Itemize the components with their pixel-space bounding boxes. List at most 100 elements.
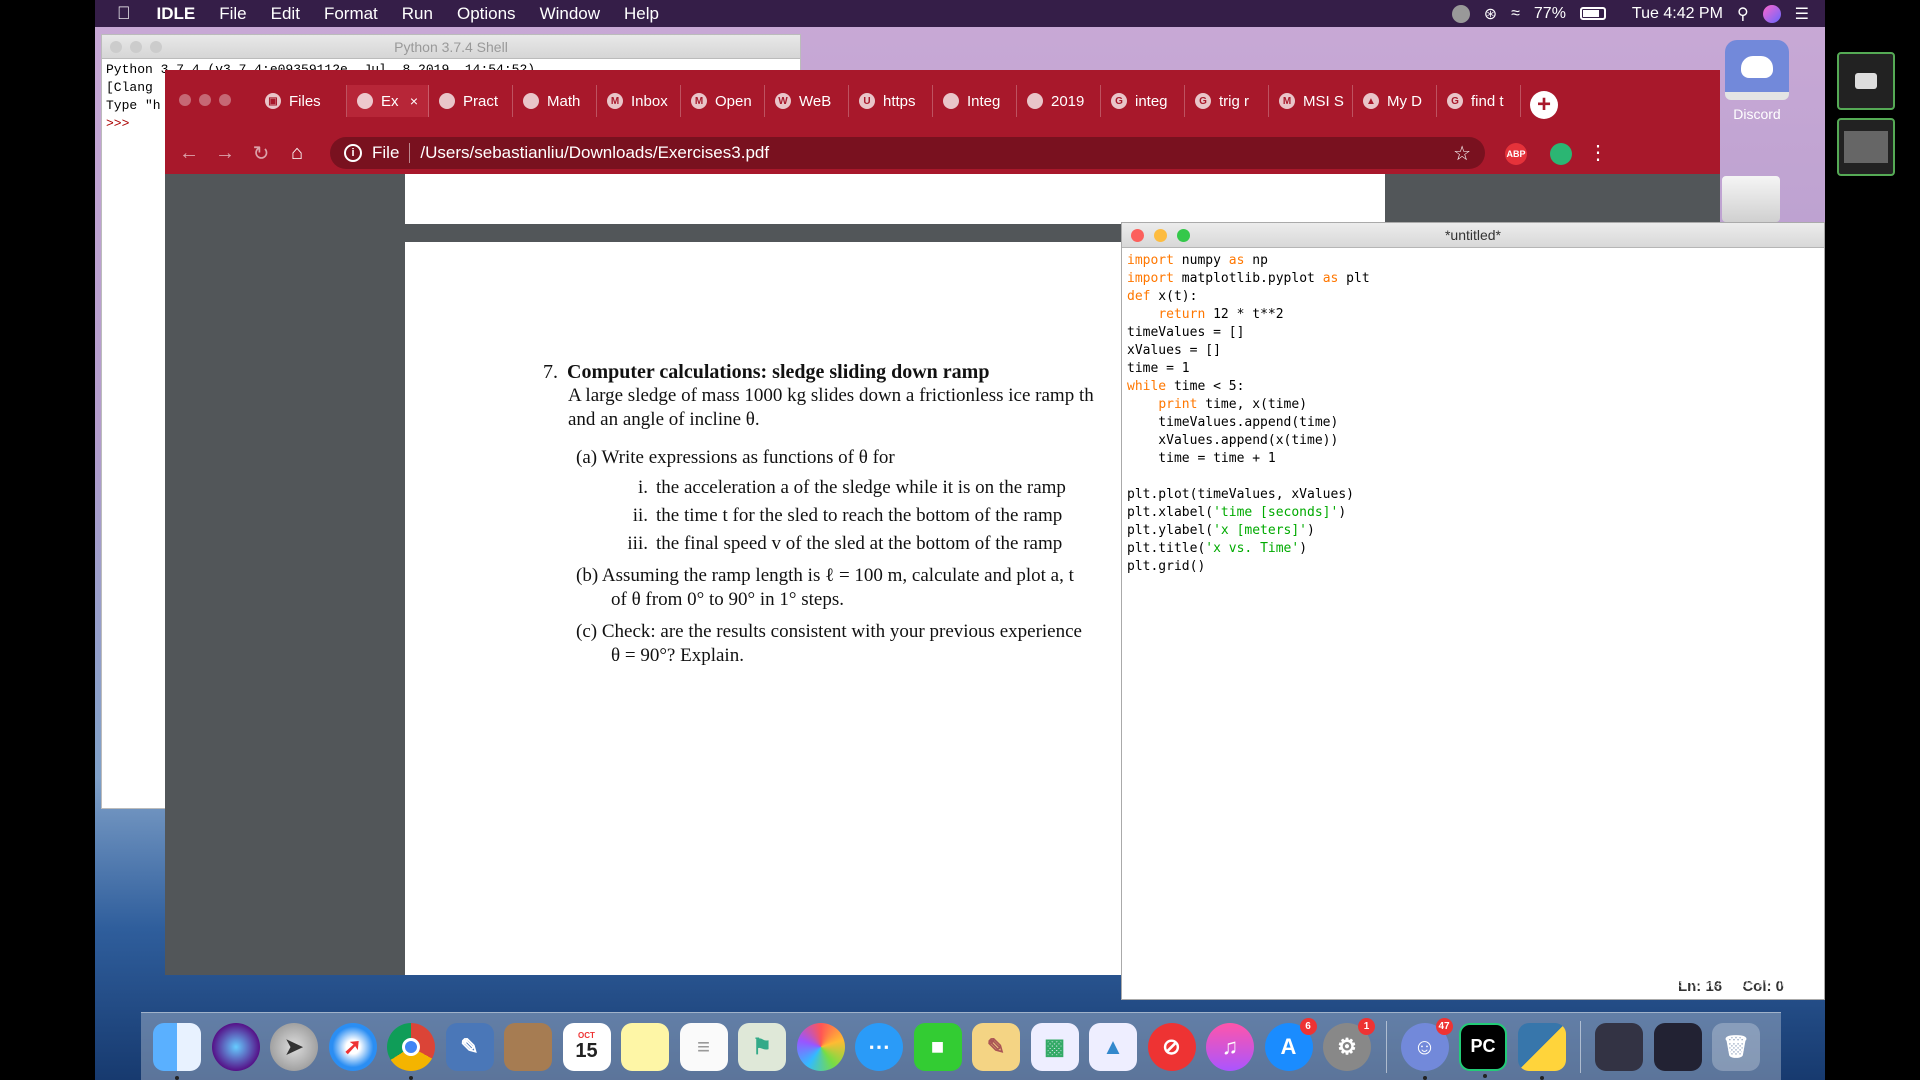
close-icon[interactable] — [179, 94, 191, 106]
app-store-icon[interactable]: A6 — [1264, 1017, 1317, 1071]
numbers-icon[interactable]: ▩ — [1030, 1022, 1079, 1071]
discord-icon[interactable]: ☺ 47 — [1400, 1017, 1453, 1080]
tab-pract[interactable]: Pract — [429, 85, 513, 117]
bluetooth-icon[interactable]: ⊛ — [1484, 4, 1497, 24]
menu-edit[interactable]: Edit — [259, 4, 312, 24]
notes-icon[interactable] — [621, 1022, 669, 1071]
tab-trig[interactable]: Gtrig r — [1185, 85, 1269, 117]
back-arrow-icon[interactable]: ← — [171, 142, 207, 165]
tab-msi[interactable]: M MSI S — [1269, 85, 1353, 117]
reminders-icon[interactable]: ≡ — [679, 1022, 728, 1071]
extension-check-icon[interactable] — [1550, 143, 1572, 165]
preview-icon[interactable]: ✎ — [445, 1022, 494, 1071]
tab-open[interactable]: M Open — [681, 85, 765, 117]
idle-editor-window[interactable]: *untitled* import numpy as np import mat… — [1121, 222, 1825, 1000]
forward-arrow-icon[interactable]: → — [207, 142, 243, 165]
launchpad-icon[interactable]: ➤ — [270, 1022, 318, 1071]
adblock-icon[interactable]: ABP — [1505, 143, 1527, 165]
finder-icon[interactable] — [153, 1022, 201, 1080]
tab-https[interactable]: Uhttps — [849, 85, 933, 117]
tab-my-drive[interactable]: ▲ My D — [1353, 85, 1437, 117]
address-url[interactable]: /Users/sebastianliu/Downloads/Exercises3… — [420, 143, 769, 163]
shell-prompt[interactable]: >>> — [106, 116, 129, 131]
minimized-window-icon[interactable] — [1595, 1022, 1643, 1071]
browser-toolbar: ← → ↻ ⌂ i File /Users/sebastianliu/Downl… — [165, 132, 1720, 174]
news-icon[interactable]: ⊘ — [1147, 1022, 1196, 1071]
watermark-title: Activate Windows — [1597, 948, 1747, 969]
info-icon[interactable]: i — [344, 144, 362, 162]
chrome-menu-icon[interactable]: ⋮ — [1587, 143, 1609, 165]
desktop-discord-shortcut[interactable]: Discord — [1712, 40, 1802, 122]
wifi-icon[interactable]: ≈ — [1511, 5, 1520, 23]
files-icon: ▣ — [265, 93, 281, 109]
new-tab-button[interactable]: + — [1530, 91, 1558, 119]
photos-icon[interactable] — [796, 1022, 845, 1071]
downloads-stack-icon[interactable] — [1653, 1022, 1702, 1071]
record-status-icon[interactable] — [1451, 4, 1470, 23]
zoom-icon[interactable] — [150, 41, 162, 53]
bookmark-star-icon[interactable]: ☆ — [1453, 141, 1471, 166]
spotlight-icon[interactable]: ⚲ — [1737, 4, 1749, 24]
code-text-area[interactable]: import numpy as np import matplotlib.pyp… — [1122, 248, 1824, 580]
tab-2019[interactable]: 2019 — [1017, 85, 1101, 117]
contacts-icon[interactable] — [504, 1022, 552, 1071]
python-launcher-icon[interactable] — [1517, 1022, 1566, 1080]
menu-file[interactable]: File — [207, 4, 258, 24]
minimize-icon[interactable] — [130, 41, 142, 53]
reload-icon[interactable]: ↻ — [243, 141, 279, 166]
minimize-icon[interactable] — [199, 94, 211, 106]
textedit-icon[interactable]: ✎ — [972, 1022, 1020, 1071]
tab-label: Open — [715, 92, 752, 110]
music-icon[interactable]: ♫ — [1206, 1022, 1254, 1071]
editor-titlebar[interactable]: *untitled* — [1122, 223, 1824, 248]
menu-app-name[interactable]: IDLE — [145, 4, 208, 24]
google-icon: G — [1447, 93, 1463, 109]
notification-center-icon[interactable]: ☰ — [1795, 4, 1809, 24]
tab-math[interactable]: Math — [513, 85, 597, 117]
menu-help[interactable]: Help — [612, 4, 671, 24]
zoom-icon[interactable] — [1177, 229, 1190, 242]
apple-menu-icon[interactable]:  — [95, 3, 145, 24]
calendar-icon[interactable]: OCT 15 — [562, 1022, 611, 1071]
safari-icon[interactable]: ➚ — [328, 1022, 377, 1071]
close-icon[interactable] — [1131, 229, 1144, 242]
address-bar[interactable]: i File /Users/sebastianliu/Downloads/Exe… — [330, 137, 1485, 169]
keynote-icon[interactable]: ▲ — [1089, 1022, 1137, 1071]
minimize-icon[interactable] — [1154, 229, 1167, 242]
tab-integ[interactable]: Integ — [933, 85, 1017, 117]
close-icon[interactable] — [110, 41, 122, 53]
messages-icon[interactable]: ⋯ — [855, 1022, 903, 1071]
shell-titlebar[interactable]: Python 3.7.4 Shell — [102, 35, 800, 59]
siri-icon[interactable] — [1762, 4, 1781, 23]
maps-icon[interactable]: ⚑ — [738, 1022, 786, 1071]
siri-icon[interactable] — [211, 1022, 260, 1071]
camera-icon[interactable] — [1837, 52, 1895, 110]
clock[interactable]: Tue 4:42 PM — [1632, 5, 1723, 23]
home-icon[interactable]: ⌂ — [279, 142, 315, 165]
tab-webwork[interactable]: W WeB — [765, 85, 849, 117]
screen-thumbnail[interactable] — [1837, 118, 1895, 176]
facetime-icon[interactable]: ■ — [913, 1022, 962, 1071]
menu-format[interactable]: Format — [312, 4, 390, 24]
tab-inbox[interactable]: M Inbox — [597, 85, 681, 117]
menu-window[interactable]: Window — [528, 4, 612, 24]
drive-icon: ▲ — [1363, 93, 1379, 109]
battery-icon[interactable] — [1579, 7, 1606, 20]
battery-percent[interactable]: 77% — [1534, 5, 1566, 23]
chrome-icon[interactable] — [387, 1022, 435, 1080]
tab-find[interactable]: Gfind t — [1437, 85, 1521, 117]
tab-files[interactable]: ▣ Files — [255, 85, 347, 117]
shell-title: Python 3.7.4 Shell — [394, 39, 508, 55]
trash-icon[interactable]: 🗑 — [1712, 1022, 1760, 1071]
gmail-icon: M — [607, 93, 623, 109]
zoom-icon[interactable] — [219, 94, 231, 106]
desktop-drive-icon[interactable] — [1722, 176, 1780, 222]
close-tab-icon[interactable]: × — [410, 93, 418, 109]
menu-options[interactable]: Options — [445, 4, 528, 24]
pycharm-icon[interactable]: PC — [1459, 1022, 1507, 1078]
tab-label: integ — [1135, 92, 1168, 110]
system-preferences-icon[interactable]: ⚙ 1 — [1323, 1017, 1375, 1071]
tab-ex[interactable]: Ex × — [347, 85, 429, 117]
tab-integ-google[interactable]: Ginteg — [1101, 85, 1185, 117]
menu-run[interactable]: Run — [390, 4, 445, 24]
